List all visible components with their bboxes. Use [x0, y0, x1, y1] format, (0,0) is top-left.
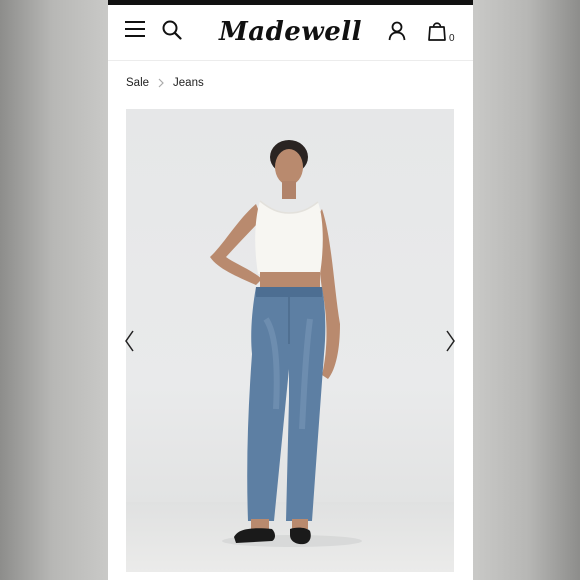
breadcrumb-jeans[interactable]: Jeans: [173, 77, 204, 89]
model-figure: [210, 140, 362, 547]
breadcrumb-sale[interactable]: Sale: [126, 77, 149, 89]
account-icon[interactable]: [388, 21, 406, 41]
breadcrumb: Sale Jeans: [126, 77, 204, 89]
chevron-right-icon: [158, 78, 164, 88]
site-header: Madewell 0: [108, 5, 473, 61]
product-image[interactable]: [126, 109, 454, 572]
mobile-page: Madewell 0 Sale Jeans: [108, 0, 473, 580]
chevron-right-icon[interactable]: [446, 330, 455, 352]
brand-logo[interactable]: Madewell: [108, 10, 473, 54]
shopping-bag-icon[interactable]: [428, 20, 446, 41]
cart-count: 0: [449, 33, 455, 44]
chevron-left-icon[interactable]: [125, 330, 134, 352]
